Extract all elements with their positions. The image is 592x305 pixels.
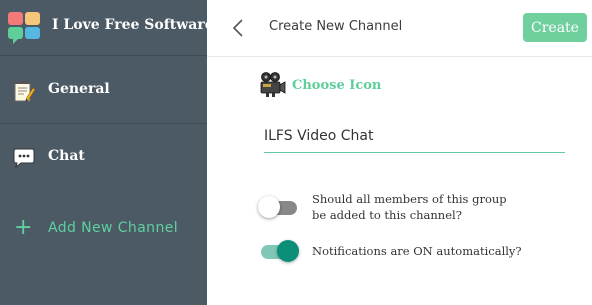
notifications-label: Notifications are ON automatically?	[312, 244, 522, 258]
add-all-members-label: Should all members of this group be adde…	[312, 191, 507, 223]
add-new-channel-label: Add New Channel	[48, 220, 179, 236]
toggle-knob	[277, 240, 299, 262]
toggle-knob	[258, 196, 280, 218]
sidebar-header: I Love Free Software	[0, 0, 214, 56]
sidebar-item-label: Chat	[48, 148, 85, 164]
channel-name-input[interactable]	[264, 120, 565, 153]
choose-icon-button[interactable]: Choose Icon	[258, 70, 381, 100]
add-all-members-toggle[interactable]	[258, 195, 299, 219]
add-new-channel-button[interactable]: + Add New Channel	[14, 216, 178, 240]
chat-bubbles-logo-icon	[8, 12, 40, 44]
speech-bubble-icon	[13, 148, 35, 169]
option-text-line: Should all members of this group	[312, 192, 507, 206]
sidebar-item-chat[interactable]: Chat	[0, 124, 207, 191]
plus-icon: +	[14, 215, 33, 240]
sidebar-item-label: General	[48, 81, 110, 97]
option-text-line: be added to this channel?	[312, 208, 462, 222]
choose-icon-label: Choose Icon	[292, 77, 382, 93]
film-camera-icon	[260, 72, 286, 97]
sidebar: I Love Free Software General Chat + Add …	[0, 0, 214, 305]
chevron-left-icon[interactable]	[231, 17, 245, 39]
app-title: I Love Free Software	[52, 17, 214, 33]
main-panel: Create New Channel Create Choose Icon Sh…	[207, 0, 592, 305]
notifications-toggle[interactable]	[258, 239, 299, 263]
sidebar-item-general[interactable]: General	[0, 57, 207, 124]
topbar: Create New Channel Create	[207, 0, 592, 57]
page-title: Create New Channel	[269, 19, 403, 34]
notepad-icon	[14, 81, 36, 102]
create-button[interactable]: Create	[523, 13, 587, 42]
